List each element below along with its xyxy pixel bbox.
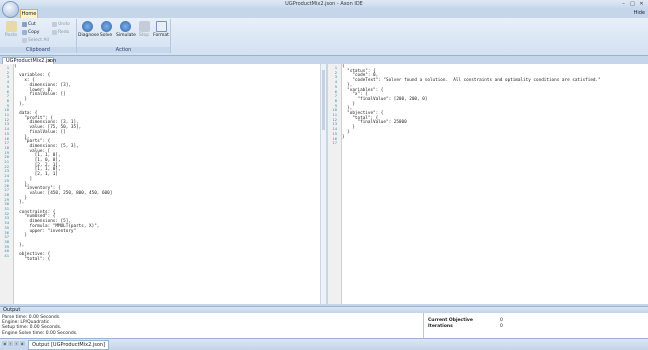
- title-bar: UGProductMix2.json - Axon IDE – □ ✕: [0, 0, 648, 9]
- simulate-button[interactable]: Simulate: [116, 21, 136, 43]
- stop-button[interactable]: Stop: [135, 21, 153, 43]
- stop-icon: [138, 21, 150, 32]
- paste-icon: [5, 21, 17, 32]
- ribbon: Paste Cut Copy Select All Undo Redo Clip…: [0, 18, 648, 56]
- diagnose-icon: [81, 21, 93, 32]
- line-number: 17: [332, 140, 337, 146]
- cut-button[interactable]: Cut: [22, 21, 36, 28]
- window-title: UGProductMix2.json - Axon IDE: [285, 1, 363, 7]
- clipboard-group-label: Clipboard: [0, 47, 76, 53]
- result-value: 0: [500, 324, 503, 329]
- prev-tab-icon[interactable]: ‹: [8, 341, 13, 346]
- line-number: 41: [4, 253, 9, 258]
- document-tab[interactable]: UGProductMix2.json x: [2, 57, 56, 64]
- output-tab[interactable]: Output [UGProductMix2.json]: [28, 340, 110, 350]
- result-row: Current Objective 0: [428, 318, 514, 323]
- result-label: Iterations: [428, 324, 453, 329]
- close-button[interactable]: ✕: [638, 1, 645, 7]
- redo-button[interactable]: Redo: [52, 29, 69, 36]
- output-panel-header: Output: [0, 306, 648, 313]
- format-button[interactable]: Format: [152, 21, 170, 43]
- select-all-icon: [22, 38, 27, 43]
- play-icon: [100, 21, 112, 32]
- action-group-label: Action: [77, 47, 170, 53]
- undo-button[interactable]: Undo: [52, 21, 70, 28]
- code-line: value: [450, 250, 800, 450, 600]: [14, 190, 113, 196]
- code-line: "total": {: [14, 256, 51, 262]
- minimize-button[interactable]: –: [620, 1, 627, 7]
- code-line: {: [14, 64, 17, 69]
- code-line: },: [14, 242, 25, 248]
- model-editor[interactable]: 1{2 3 variables: {4 x: {5 dimensions: [3]…: [0, 64, 326, 304]
- tab-home[interactable]: Home: [20, 9, 38, 18]
- result-editor[interactable]: 1{2 "status": {3 "code": 0, 4 "codeText":…: [328, 64, 648, 304]
- redo-icon: [52, 30, 57, 35]
- result-value: 0: [500, 318, 503, 323]
- maximize-button[interactable]: □: [629, 1, 636, 7]
- model-editor-scrollbar[interactable]: [320, 64, 326, 304]
- select-all-button[interactable]: Select All: [22, 37, 49, 44]
- code-line: },: [14, 200, 25, 206]
- code-line: }: [342, 134, 345, 140]
- output-log: Parse time: 0.00 Seconds. Engine: LP/Quad…: [0, 313, 424, 338]
- diagnose-button[interactable]: Diagnose: [78, 21, 99, 43]
- undo-icon: [52, 22, 57, 27]
- window-controls: – □ ✕: [620, 1, 645, 7]
- last-tab-icon[interactable]: ▸: [20, 341, 25, 346]
- output-line: Engine Solve time: 0.00 Seconds.: [2, 330, 78, 336]
- status-bar: ◂ ‹ › ▸ Output [UGProductMix2.json]: [0, 338, 648, 350]
- copy-icon: [22, 30, 27, 35]
- format-icon: [155, 21, 167, 32]
- tab-navigation: ◂ ‹ › ▸: [2, 341, 25, 346]
- code-line: }: [14, 233, 27, 239]
- solve-button[interactable]: Solve: [97, 21, 115, 43]
- code-line: },: [14, 101, 25, 107]
- code-line: "codeText": "Solver found a solution. Al…: [342, 78, 601, 84]
- result-label: Current Objective: [428, 318, 473, 323]
- first-tab-icon[interactable]: ◂: [2, 341, 7, 346]
- scrollbar-thumb[interactable]: [322, 70, 325, 130]
- paste-button[interactable]: Paste: [2, 21, 20, 43]
- results-panel: Current Objective 0 Iterations 0: [424, 313, 648, 338]
- ribbon-tabs: Home Hide: [0, 9, 648, 18]
- next-tab-icon[interactable]: ›: [14, 341, 19, 346]
- result-row: Iterations 0: [428, 324, 514, 329]
- hide-ribbon-button[interactable]: Hide: [634, 10, 645, 16]
- scissors-icon: [22, 22, 27, 27]
- action-group: Diagnose Solve Simulate Stop Format Acti…: [77, 19, 171, 53]
- copy-button[interactable]: Copy: [22, 29, 39, 36]
- clipboard-group: Paste Cut Copy Select All Undo Redo Clip…: [0, 19, 77, 53]
- simulate-icon: [119, 21, 131, 32]
